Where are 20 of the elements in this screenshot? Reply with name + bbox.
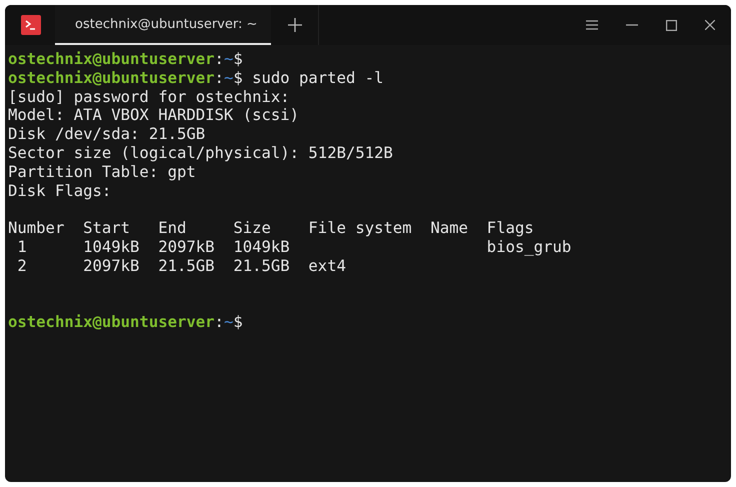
- shell-prompt: ostechnix@ubuntuserver:~$: [8, 68, 243, 87]
- output-text: Model: ATA VBOX HARDDISK (scsi): [8, 106, 300, 124]
- menu-icon[interactable]: [586, 20, 598, 30]
- output-text: 1 1049kB 2097kB 1049kB bios_grub: [16, 238, 572, 256]
- shell-prompt: ostechnix@ubuntuserver:~$: [8, 313, 243, 332]
- output-text: [sudo] password for ostechnix:: [8, 88, 290, 106]
- minimize-icon[interactable]: [626, 24, 638, 26]
- output-text: Disk /dev/sda: 21.5GB: [8, 125, 206, 144]
- output-text: Partition Table: gpt: [8, 162, 196, 181]
- output-text: Sector size (logical/physical): 512B/512B: [8, 144, 393, 162]
- output-text: Number Start End Size File system Name Flags: [8, 219, 534, 238]
- maximize-icon[interactable]: [666, 20, 677, 30]
- close-icon[interactable]: [705, 20, 715, 30]
- command-text: sudo parted -l: [252, 68, 384, 87]
- output-text: Disk Flags:: [8, 182, 112, 200]
- output-text: 2 2097kB 21.5GB 21.5GB ext4: [16, 256, 346, 275]
- terminal-app-icon: [21, 15, 41, 35]
- terminal-tab[interactable]: ostechnix@ubuntuserver: ~: [55, 5, 272, 45]
- plus-icon: [286, 17, 303, 33]
- shell-prompt: ostechnix@ubuntuserver:~$: [8, 50, 243, 68]
